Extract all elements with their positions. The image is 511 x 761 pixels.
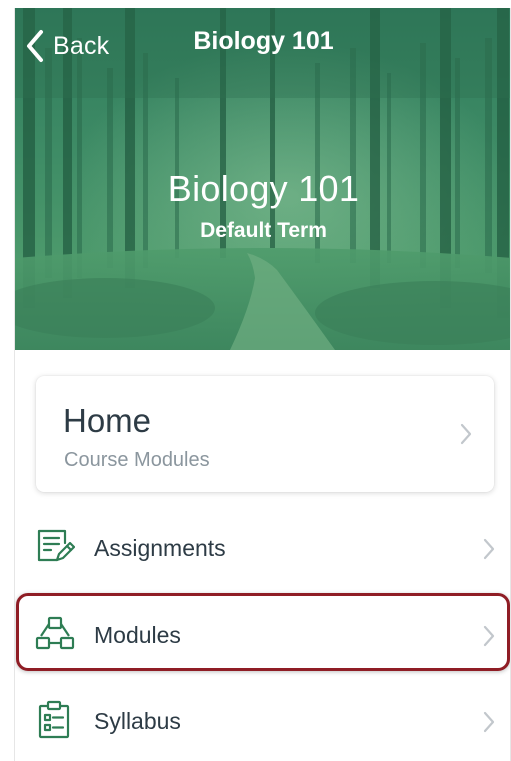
course-banner: Back Biology 101 Biology 101 Default Ter…: [15, 8, 510, 350]
chevron-right-icon: [460, 423, 472, 445]
chevron-right-icon: [483, 711, 495, 733]
menu-item-syllabus[interactable]: Syllabus: [15, 686, 510, 756]
home-card-title: Home: [63, 402, 152, 439]
menu-item-modules[interactable]: Modules: [15, 600, 510, 670]
chevron-right-icon: [483, 625, 495, 647]
home-card-subtitle: Course Modules: [64, 449, 210, 471]
navigation-bar: Back Biology 101: [15, 8, 510, 82]
course-term: Default Term: [200, 219, 327, 242]
menu-item-assignments[interactable]: Assignments: [15, 513, 510, 583]
home-card[interactable]: Home Course Modules: [36, 376, 494, 492]
course-screen: Back Biology 101 Biology 101 Default Ter…: [14, 8, 511, 761]
assignments-icon: [37, 529, 75, 562]
menu-item-label: Assignments: [94, 535, 226, 561]
menu-item-label: Modules: [94, 622, 181, 648]
menu-item-label: Syllabus: [94, 708, 181, 734]
nav-title: Biology 101: [193, 27, 334, 55]
course-name: Biology 101: [167, 168, 360, 209]
modules-icon: [35, 616, 75, 650]
chevron-right-icon: [483, 538, 495, 560]
syllabus-icon: [38, 700, 70, 739]
